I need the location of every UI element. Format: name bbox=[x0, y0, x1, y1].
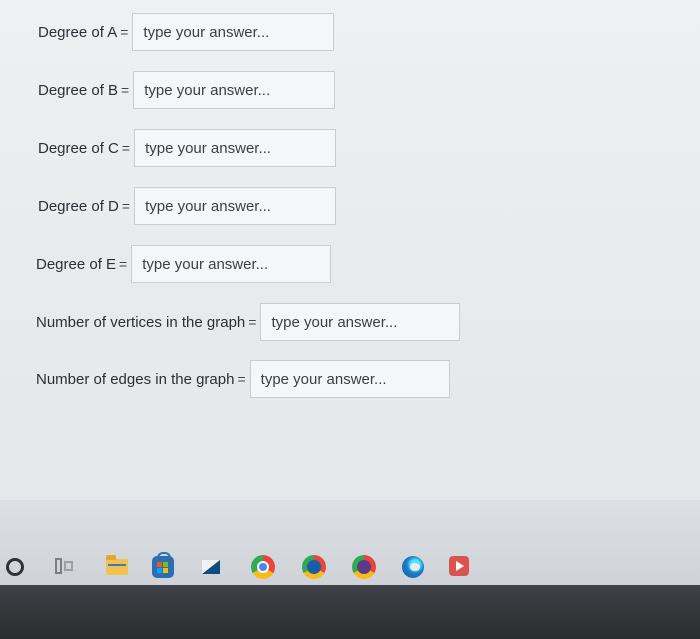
degree-e-label: Degree of E bbox=[36, 255, 117, 273]
degree-b-input[interactable] bbox=[133, 71, 336, 109]
degree-b-label: Degree of B bbox=[38, 81, 119, 99]
equals-sign: = bbox=[237, 371, 246, 387]
media-icon[interactable] bbox=[449, 556, 469, 576]
equals-sign: = bbox=[121, 82, 130, 98]
degree-e-input[interactable] bbox=[131, 245, 332, 283]
equals-sign: = bbox=[119, 256, 128, 272]
degree-c-input[interactable] bbox=[134, 129, 337, 167]
chrome-icon[interactable] bbox=[251, 555, 275, 579]
degree-c-label: Degree of C bbox=[38, 139, 119, 157]
mail-icon[interactable] bbox=[200, 556, 222, 576]
vertices-label: Number of vertices in the graph bbox=[36, 313, 246, 331]
degree-c-row: Degree of C = bbox=[38, 129, 337, 167]
degree-d-label: Degree of D bbox=[38, 197, 119, 215]
vertices-row: Number of vertices in the graph = bbox=[36, 303, 461, 341]
store-icon[interactable] bbox=[152, 552, 174, 578]
chrome-profile-2-icon[interactable] bbox=[352, 555, 376, 579]
quiz-screen: Degree of A = Degree of B = Degree of C … bbox=[0, 0, 700, 500]
equals-sign: = bbox=[248, 314, 257, 330]
edge-icon[interactable] bbox=[402, 556, 424, 578]
file-explorer-icon[interactable] bbox=[106, 555, 128, 575]
equals-sign: = bbox=[121, 198, 131, 214]
equals-sign: = bbox=[120, 24, 129, 40]
edges-row: Number of edges in the graph = bbox=[36, 360, 450, 398]
degree-b-row: Degree of B = bbox=[38, 71, 336, 109]
search-circle-icon[interactable] bbox=[6, 558, 24, 576]
task-view-icon[interactable] bbox=[55, 558, 73, 574]
chrome-profile-icon[interactable] bbox=[302, 555, 326, 579]
edges-label: Number of edges in the graph bbox=[36, 370, 235, 388]
degree-a-label: Degree of A bbox=[38, 23, 118, 41]
degree-a-row: Degree of A = bbox=[38, 13, 335, 51]
taskbar bbox=[0, 500, 700, 585]
equals-sign: = bbox=[121, 140, 131, 156]
vertices-input[interactable] bbox=[260, 303, 461, 341]
degree-d-input[interactable] bbox=[134, 187, 337, 225]
degree-d-row: Degree of D = bbox=[38, 187, 337, 225]
degree-e-row: Degree of E = bbox=[36, 245, 332, 283]
degree-a-input[interactable] bbox=[132, 13, 335, 51]
desk-surface bbox=[0, 585, 700, 639]
edges-input[interactable] bbox=[249, 360, 450, 398]
